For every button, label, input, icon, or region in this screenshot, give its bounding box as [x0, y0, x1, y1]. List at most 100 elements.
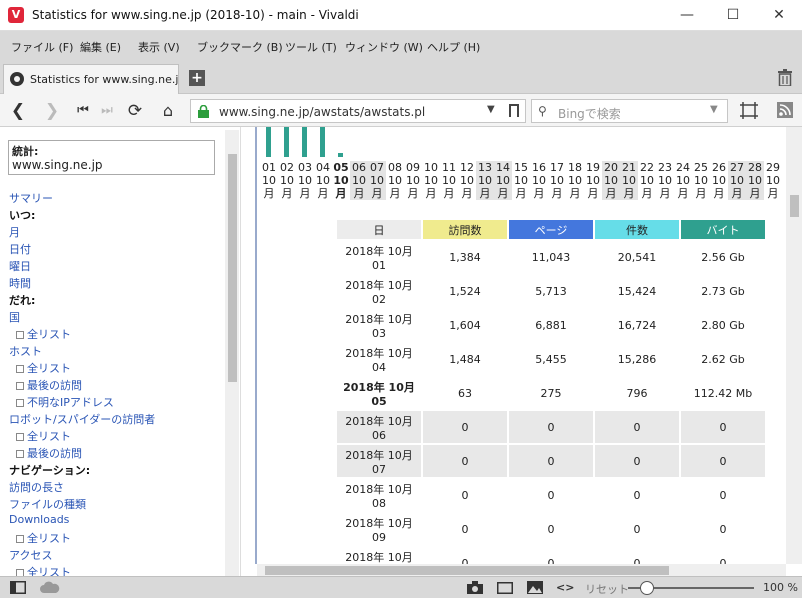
reload-button[interactable]: ⟳ — [124, 100, 146, 122]
nav-sub-link[interactable]: 不明なIPアドレス — [16, 394, 114, 410]
day-label-line: 10 — [262, 174, 276, 187]
nav-link[interactable]: 月 — [9, 224, 20, 240]
url-dropdown-icon[interactable]: ▼ — [487, 104, 495, 115]
day-label-line: 25 — [694, 161, 708, 174]
table-cell-pages: 5,455 — [535, 352, 567, 366]
nav-link[interactable]: 曜日 — [9, 258, 31, 274]
day-label-line: 月 — [281, 187, 293, 200]
day-label-line: 05 — [333, 161, 349, 174]
maximize-button[interactable]: ☐ — [710, 0, 756, 31]
stats-header-box: 統計: www.sing.ne.jp — [8, 140, 215, 175]
nav-link[interactable]: 時間 — [9, 275, 31, 291]
day-label: 02 10 月 — [278, 161, 296, 200]
screenshot-capture-icon[interactable] — [740, 102, 758, 119]
nav-link[interactable]: 日付 — [9, 241, 31, 257]
table-cell-visits: 0 — [461, 522, 469, 536]
day-label-line: 10 — [424, 174, 438, 187]
nav-link[interactable]: ロボット/スパイダーの訪問者 — [9, 411, 155, 427]
day-label: 07 10 月 — [368, 161, 386, 200]
nav-label: 全リスト — [27, 328, 71, 341]
sidebar-scroll-thumb[interactable] — [228, 154, 237, 382]
day-label-line: 10 — [568, 174, 582, 187]
panel-toggle-icon[interactable] — [10, 581, 26, 594]
day-label-line: 10 — [658, 174, 672, 187]
zoom-reset-button[interactable]: リセット — [585, 581, 629, 597]
menu-bookmarks[interactable]: ブックマーク (B) — [197, 39, 283, 55]
nav-sub-link[interactable]: 全リスト — [16, 326, 71, 342]
main-scrollbar[interactable] — [786, 127, 802, 564]
menu-tools[interactable]: ツール (T) — [285, 39, 337, 55]
table-cell-pages: 0 — [547, 522, 555, 536]
nav-link[interactable]: 国 — [9, 309, 20, 325]
nav-label: ロボット/スパイダーの訪問者 — [9, 413, 156, 426]
nav-link[interactable]: Downloads — [9, 513, 69, 526]
day-label: 15 10 月 — [512, 161, 530, 200]
table-cell-date: 2018年 10月 02 — [345, 278, 413, 306]
nav-link[interactable]: アクセス — [9, 547, 52, 563]
images-toggle-icon[interactable] — [527, 581, 543, 594]
new-tab-button[interactable]: + — [189, 70, 205, 86]
menu-edit[interactable]: 編集 (E) — [80, 39, 121, 55]
close-button[interactable]: ✕ — [756, 0, 802, 31]
nav-link[interactable]: ファイルの種類 — [9, 496, 86, 512]
horizontal-scroll-thumb[interactable] — [265, 566, 669, 575]
menu-file[interactable]: ファイル (F) — [11, 39, 73, 55]
tiling-icon[interactable] — [497, 582, 513, 594]
nav-label: アクセス — [9, 549, 53, 562]
nav-link[interactable]: サマリー — [9, 190, 53, 206]
search-field[interactable]: ⚲ Bingで検索 ▼ — [531, 99, 728, 123]
table-cell-bytes: 2.80 Gb — [701, 318, 745, 332]
nav-sub-link[interactable]: 全リスト — [16, 428, 71, 444]
day-label: 18 10 月 — [566, 161, 584, 200]
column-header: ページ — [509, 220, 593, 239]
nav-label: Downloads — [9, 513, 70, 526]
nav-sub-link[interactable]: 全リスト — [16, 530, 71, 546]
nav-link[interactable]: 訪問の長さ — [9, 479, 64, 495]
main-scroll-thumb[interactable] — [790, 195, 799, 217]
table-cell-date: 2018年 10月 07 — [337, 445, 421, 477]
menu-view[interactable]: 表示 (V) — [138, 39, 180, 55]
tab-statistics[interactable]: Statistics for www.sing.ne.jp — [3, 64, 179, 94]
nav-sub-link[interactable]: 最後の訪問 — [16, 445, 82, 461]
main-horizontal-scrollbar[interactable] — [257, 564, 786, 576]
table-cell-visits: 0 — [461, 556, 469, 565]
fast-forward-button[interactable]: ⏭ — [96, 100, 118, 122]
table-cell-bytes: 0 — [719, 522, 727, 536]
day-label: 16 10 月 — [530, 161, 548, 200]
daily-visits-bar — [338, 153, 343, 157]
nav-sub-link[interactable]: 最後の訪問 — [16, 377, 82, 393]
daily-visits-bar — [266, 127, 271, 157]
nav-sub-link[interactable]: 全リスト — [16, 360, 71, 376]
bookmark-icon[interactable] — [509, 104, 519, 117]
day-label-line: 23 — [658, 161, 672, 174]
forward-button[interactable]: ❯ — [41, 100, 63, 122]
day-label-line: 月 — [713, 187, 725, 200]
home-button[interactable]: ⌂ — [157, 100, 179, 122]
tab-bar: Statistics for www.sing.ne.jp + — [0, 61, 802, 94]
page-actions-icon[interactable]: <> — [556, 581, 574, 594]
awstats-main-frame: 01 10 月 02 10 月 03 10 月 04 10 月 05 10 月 06 10 月 07 10 月 08 10 月… — [242, 127, 786, 564]
menu-window[interactable]: ウィンドウ (W) — [345, 39, 423, 55]
rss-feed-icon[interactable] — [777, 102, 793, 118]
cloud-sync-icon[interactable] — [40, 581, 60, 594]
trash-icon[interactable] — [778, 69, 792, 86]
camera-icon[interactable] — [467, 581, 483, 594]
table-cell-hits: 16,724 — [617, 318, 657, 332]
back-button[interactable]: ❮ — [7, 100, 29, 122]
day-label-line: 10 — [694, 174, 708, 187]
table-cell-visits: 1,484 — [449, 352, 481, 366]
nav-label: ナビゲーション: — [9, 464, 91, 477]
day-label-line: 10 — [586, 174, 600, 187]
url-field[interactable]: www.sing.ne.jp/awstats/awstats.pl ▼ — [190, 99, 526, 123]
rewind-button[interactable]: ⏮ — [72, 100, 94, 122]
minimize-button[interactable]: — — [664, 0, 710, 31]
day-label: 14 10 月 — [494, 161, 512, 200]
search-engine-dropdown-icon[interactable]: ▼ — [710, 104, 718, 115]
sidebar-scrollbar[interactable] — [225, 130, 239, 576]
zoom-slider-knob[interactable] — [640, 581, 654, 595]
menu-help[interactable]: ヘルプ (H) — [427, 39, 480, 55]
nav-link[interactable]: ホスト — [9, 343, 42, 359]
table-cell-date: 2018年 10月 01 — [345, 244, 413, 272]
column-header: 日 — [337, 220, 421, 239]
nav-sub-link[interactable]: 全リスト — [16, 564, 71, 576]
